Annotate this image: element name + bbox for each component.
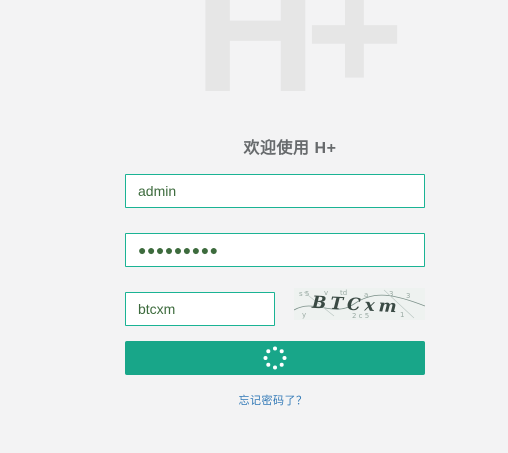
loading-spinner-icon (263, 346, 287, 370)
captcha-noise: s 5 v td a 3 3 y 2 c 5 1 BTCxm (294, 289, 425, 320)
svg-text:y: y (302, 311, 306, 319)
captcha-input[interactable] (125, 292, 275, 326)
password-input[interactable] (125, 233, 425, 267)
captcha-image[interactable]: s 5 v td a 3 3 y 2 c 5 1 BTCxm (294, 288, 425, 320)
forgot-password-link[interactable]: 忘记密码了？ (0, 392, 508, 408)
svg-text:3: 3 (406, 292, 410, 300)
captcha-text: BTCxm (310, 293, 401, 318)
welcome-heading: 欢迎使用 H+ (243, 140, 337, 157)
svg-text:s 5: s 5 (299, 290, 309, 298)
svg-text:1: 1 (400, 311, 404, 319)
logo-watermark: H+ (194, 0, 404, 128)
username-input[interactable] (125, 174, 425, 208)
login-button[interactable] (125, 341, 425, 375)
